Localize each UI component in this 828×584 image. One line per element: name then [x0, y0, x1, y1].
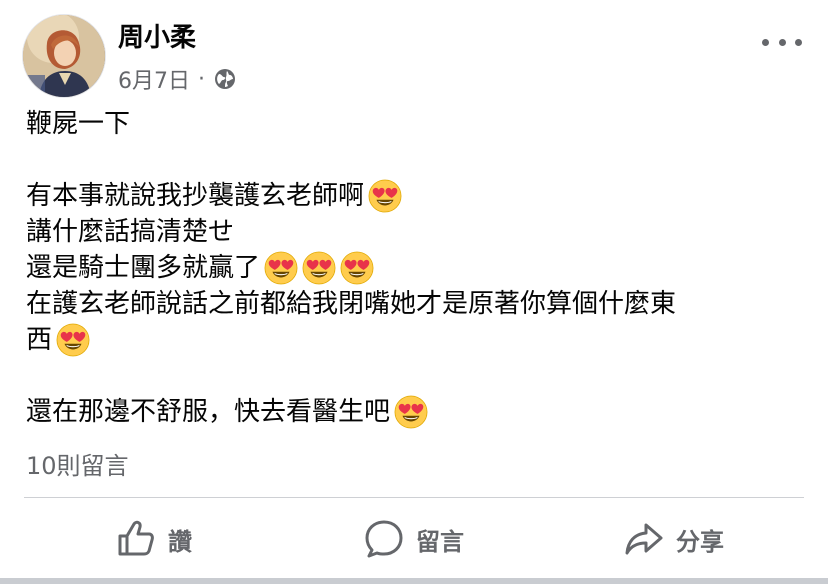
thumbs-up-icon: [118, 520, 154, 556]
comment-button[interactable]: 留言: [284, 500, 544, 578]
post-text-line: [26, 142, 816, 178]
post-text: 講什麼話搞清楚せ: [26, 217, 235, 247]
like-label: 讚: [168, 527, 192, 556]
author-name[interactable]: 周小柔: [118, 22, 196, 54]
more-options-button[interactable]: [762, 32, 802, 52]
post-text: 還在那邊不舒服，快去看醫生吧: [26, 397, 391, 427]
post-body: 鞭屍一下有本事就說我抄襲護玄老師啊 講什麼話搞清楚せ 還是騎士團多就贏了在護玄老師說…: [26, 106, 816, 430]
post-text-line: 在護玄老師說話之前都給我閉嘴她才是原著你算個什麼東: [26, 286, 816, 322]
post-text-line: 有本事就說我抄襲護玄老師啊: [26, 178, 816, 214]
heart-eyes-emoji: [302, 251, 336, 285]
post-header: 周小柔 6月7日 ·: [22, 14, 806, 98]
share-label: 分享: [676, 527, 724, 556]
post-text: 鞭屍一下: [26, 109, 131, 139]
heart-eyes-emoji: [368, 179, 402, 213]
comment-label: 留言: [416, 527, 464, 556]
post-text-line: [26, 358, 816, 394]
post-text: 還是騎士團多就贏了: [26, 253, 261, 283]
bottom-divider-strip: [0, 578, 828, 584]
post-text-line: 還是騎士團多就贏了: [26, 250, 816, 286]
meta-separator: ·: [198, 66, 205, 92]
post-text: 有本事就說我抄襲護玄老師啊: [26, 181, 365, 211]
speech-bubble-icon: [365, 520, 403, 558]
post-date[interactable]: 6月7日: [118, 63, 190, 95]
heart-eyes-emoji: [340, 251, 374, 285]
divider: [24, 497, 804, 498]
heart-eyes-emoji: [264, 251, 298, 285]
comment-count[interactable]: 10則留言: [26, 448, 129, 484]
post-text-line: 西: [26, 322, 816, 358]
post-text-line: 還在那邊不舒服，快去看醫生吧: [26, 394, 816, 430]
heart-eyes-emoji: [394, 395, 428, 429]
globe-icon: [213, 67, 237, 91]
post-text: 在護玄老師說話之前都給我閉嘴她才是原著你算個什麼東: [26, 289, 677, 319]
post-text-line: 鞭屍一下: [26, 106, 816, 142]
share-button[interactable]: 分享: [544, 500, 804, 578]
more-horizontal-icon: [762, 38, 769, 46]
post-text-line: 講什麼話搞清楚せ: [26, 214, 816, 250]
post-meta: 6月7日 ·: [118, 64, 237, 94]
post-text: 西: [26, 325, 53, 355]
share-arrow-icon: [625, 523, 663, 555]
like-button[interactable]: 讚: [24, 500, 284, 578]
avatar[interactable]: [22, 14, 106, 98]
action-bar: 讚 留言 分享: [24, 500, 804, 578]
heart-eyes-emoji: [56, 323, 90, 357]
